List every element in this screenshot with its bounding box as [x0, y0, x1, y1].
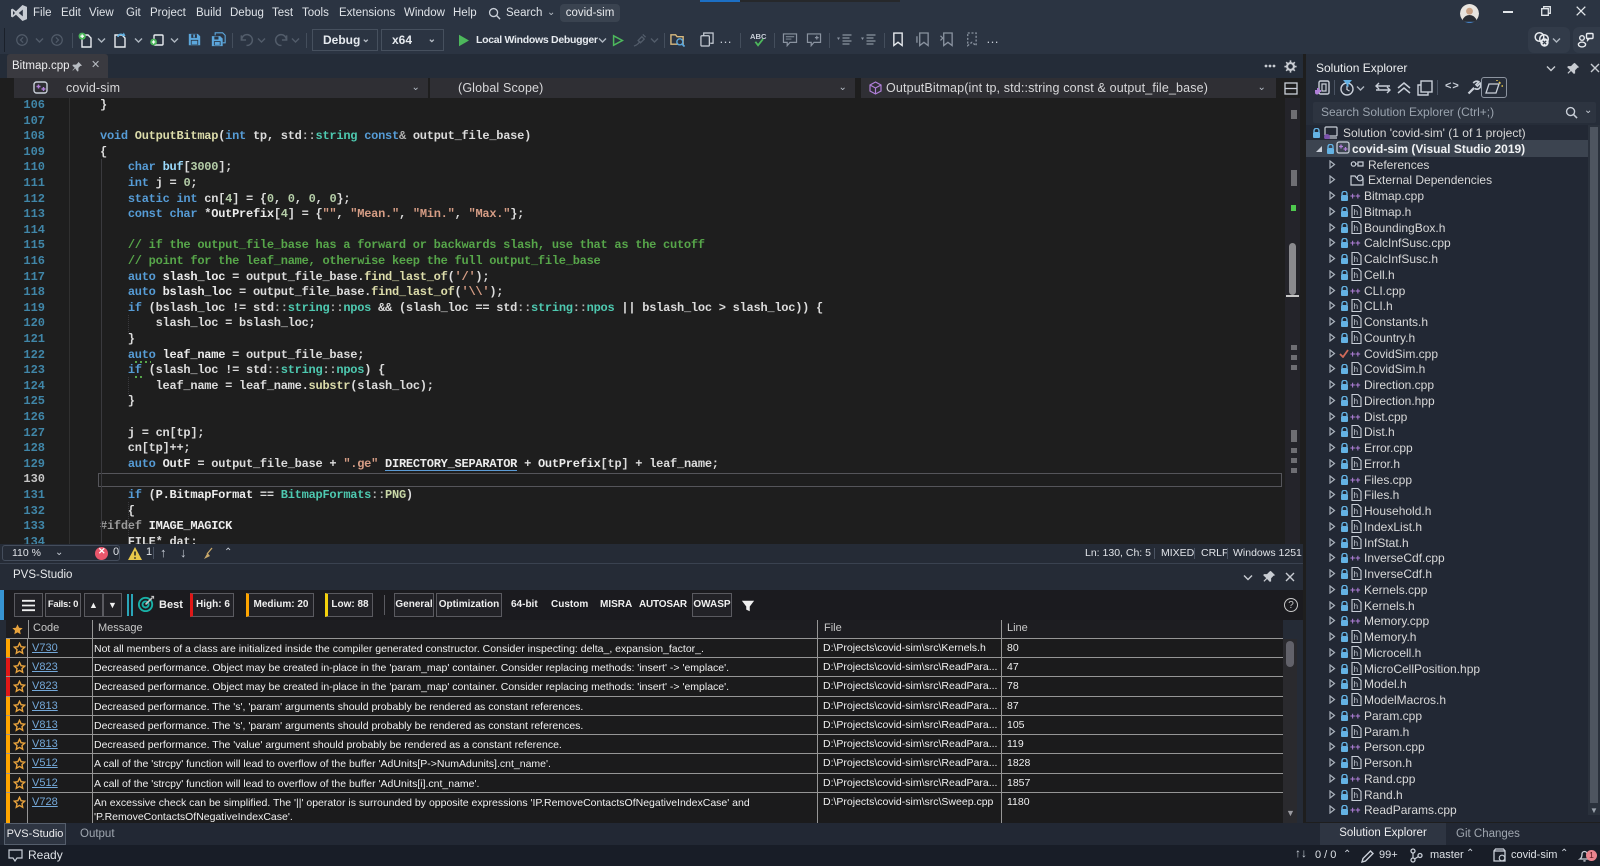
svg-text:++: ++ [1350, 349, 1361, 359]
svg-text:h: h [1354, 491, 1358, 500]
svg-text:++: ++ [1350, 805, 1361, 815]
svg-text:h: h [1354, 208, 1358, 217]
svg-text:h: h [1354, 397, 1358, 406]
svg-text:h: h [1354, 602, 1358, 611]
svg-text:++: ++ [1350, 616, 1361, 626]
svg-text:h: h [1354, 334, 1358, 343]
svg-text:h: h [1354, 460, 1358, 469]
svg-text:++: ++ [1350, 380, 1361, 390]
svg-text:h: h [1354, 271, 1358, 280]
svg-text:h: h [1354, 570, 1358, 579]
svg-text:++: ++ [1350, 191, 1361, 201]
svg-text:++: ++ [1350, 286, 1361, 296]
svg-text:++: ++ [1350, 475, 1361, 485]
svg-text:++: ++ [1350, 553, 1361, 563]
svg-text:h: h [1354, 539, 1358, 548]
svg-text:h: h [1354, 649, 1358, 658]
svg-text:h: h [1354, 523, 1358, 532]
svg-text:h: h [1354, 428, 1358, 437]
svg-text:h: h [1354, 791, 1358, 800]
svg-text:h: h [1354, 507, 1358, 516]
svg-text:h: h [1354, 255, 1358, 264]
svg-text:h: h [1354, 759, 1358, 768]
svg-text:++: ++ [1350, 774, 1361, 784]
svg-text:h: h [1354, 633, 1358, 642]
svg-text:++: ++ [1350, 585, 1361, 595]
svg-text:++: ++ [1350, 238, 1361, 248]
svg-text:++: ++ [1350, 742, 1361, 752]
svg-text:h: h [1354, 302, 1358, 311]
svg-text:h: h [1354, 680, 1358, 689]
svg-text:h: h [1354, 318, 1358, 327]
svg-text:++: ++ [1350, 711, 1361, 721]
svg-text:h: h [1354, 665, 1358, 674]
svg-text:++: ++ [1350, 443, 1361, 453]
svg-text:h: h [1354, 696, 1358, 705]
svg-text:h: h [1354, 728, 1358, 737]
svg-text:++: ++ [1350, 412, 1361, 422]
svg-text:h: h [1354, 365, 1358, 374]
svg-text:h: h [1354, 224, 1358, 233]
